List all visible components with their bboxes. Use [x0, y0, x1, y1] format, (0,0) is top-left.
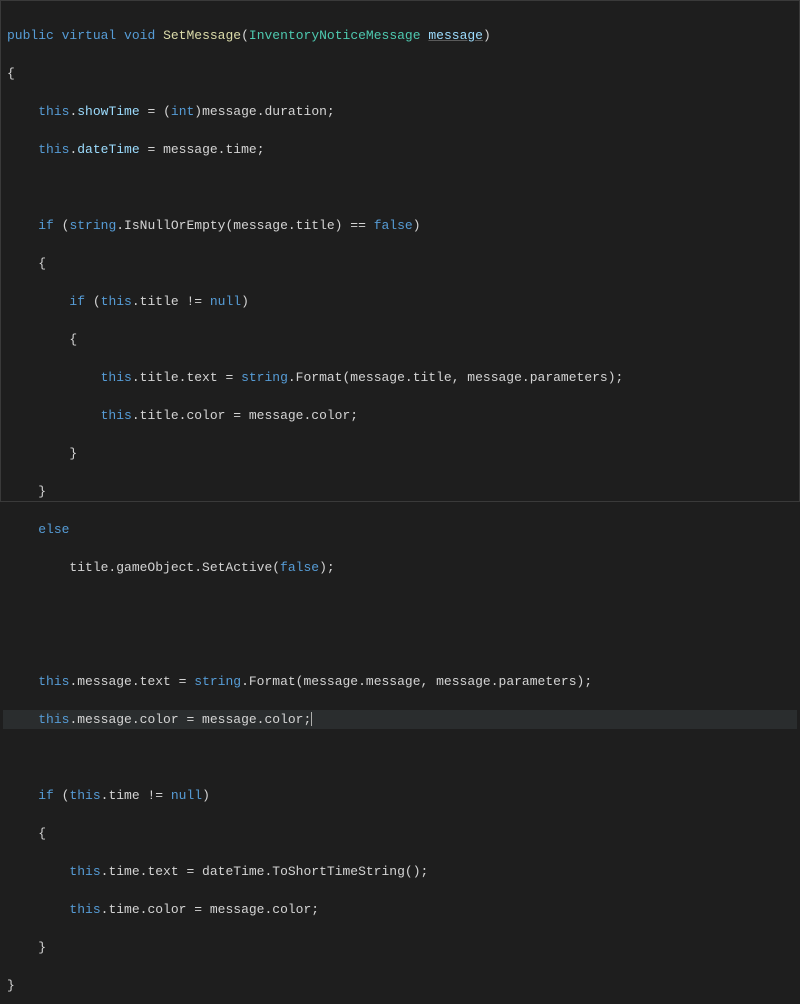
code-line: if (string.IsNullOrEmpty(message.title) …	[3, 216, 797, 235]
method-name: SetMessage	[163, 28, 241, 43]
keyword-this: this	[101, 294, 132, 309]
keyword-this: this	[69, 902, 100, 917]
code-line: if (this.title != null)	[3, 292, 797, 311]
code-line: this.showTime = (int)message.duration;	[3, 102, 797, 121]
code-line: this.title.text = string.Format(message.…	[3, 368, 797, 387]
code-line: this.message.text = string.Format(messag…	[3, 672, 797, 691]
code-editor[interactable]: public virtual void SetMessage(Inventory…	[1, 1, 799, 1004]
code-line: }	[3, 938, 797, 957]
code-line: {	[3, 824, 797, 843]
code-line	[3, 748, 797, 767]
keyword-this: this	[38, 674, 69, 689]
code-line: public virtual void SetMessage(Inventory…	[3, 26, 797, 45]
type-string: string	[69, 218, 116, 233]
code-line	[3, 634, 797, 653]
param-name: message	[428, 28, 483, 43]
keyword-void: void	[124, 28, 155, 43]
keyword-this: this	[101, 408, 132, 423]
keyword-if: if	[38, 218, 54, 233]
text-cursor	[311, 712, 312, 726]
keyword-this: this	[38, 104, 69, 119]
keyword-false: false	[374, 218, 413, 233]
code-line: }	[3, 482, 797, 501]
keyword-false: false	[280, 560, 319, 575]
keyword-null: null	[171, 788, 202, 803]
keyword-this: this	[69, 788, 100, 803]
code-line: this.time.color = message.color;	[3, 900, 797, 919]
code-line: }	[3, 976, 797, 995]
code-line	[3, 178, 797, 197]
keyword-if: if	[38, 788, 54, 803]
code-line	[3, 596, 797, 615]
keyword-this: this	[101, 370, 132, 385]
code-line: this.time.text = dateTime.ToShortTimeStr…	[3, 862, 797, 881]
code-line: this.dateTime = message.time;	[3, 140, 797, 159]
keyword-this: this	[38, 712, 69, 727]
type-string: string	[241, 370, 288, 385]
code-line: if (this.time != null)	[3, 786, 797, 805]
code-line: else	[3, 520, 797, 539]
code-line-active: this.message.color = message.color;	[3, 710, 797, 729]
code-line: {	[3, 64, 797, 83]
keyword-else: else	[38, 522, 69, 537]
keyword-public: public	[7, 28, 54, 43]
code-line: {	[3, 254, 797, 273]
keyword-this: this	[38, 142, 69, 157]
code-line: title.gameObject.SetActive(false);	[3, 558, 797, 577]
code-line: }	[3, 444, 797, 463]
type-string: string	[194, 674, 241, 689]
keyword-if: if	[69, 294, 85, 309]
keyword-virtual: virtual	[62, 28, 117, 43]
code-line: this.title.color = message.color;	[3, 406, 797, 425]
param-type: InventoryNoticeMessage	[249, 28, 421, 43]
keyword-null: null	[210, 294, 241, 309]
keyword-this: this	[69, 864, 100, 879]
code-line: {	[3, 330, 797, 349]
